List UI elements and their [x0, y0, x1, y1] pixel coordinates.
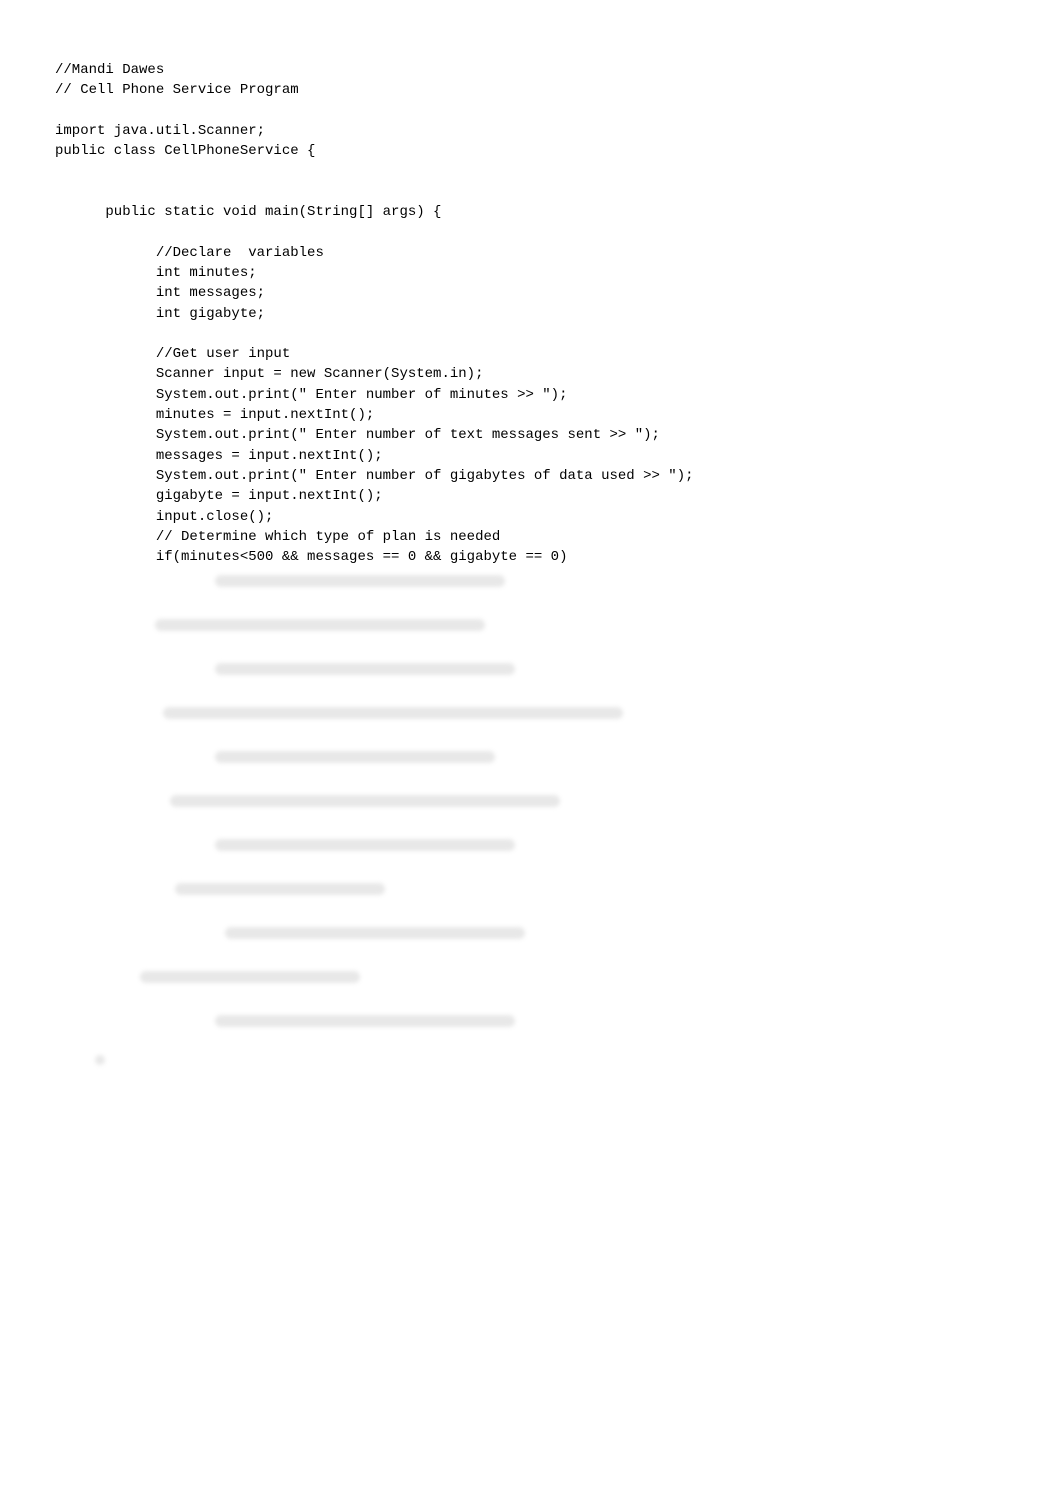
code-line: int gigabyte; [55, 304, 1022, 324]
code-line: // Cell Phone Service Program [55, 80, 1022, 100]
blurred-bar [215, 839, 515, 851]
code-line: Scanner input = new Scanner(System.in); [55, 364, 1022, 384]
code-line: System.out.print(" Enter number of text … [55, 425, 1022, 445]
code-line [55, 161, 1022, 181]
blurred-hidden-code [55, 571, 1022, 1031]
code-line: input.close(); [55, 507, 1022, 527]
code-line: //Mandi Dawes [55, 60, 1022, 80]
blurred-line [55, 703, 1022, 723]
code-line [55, 324, 1022, 344]
blurred-bar [215, 663, 515, 675]
blurred-line [55, 791, 1022, 811]
blurred-line [55, 835, 1022, 855]
blurred-line [55, 1011, 1022, 1031]
blurred-line [55, 967, 1022, 987]
blurred-bar [215, 751, 495, 763]
code-line [55, 182, 1022, 202]
code-line: public class CellPhoneService { [55, 141, 1022, 161]
blurred-line [55, 659, 1022, 679]
code-line: //Declare variables [55, 243, 1022, 263]
blurred-bar [225, 927, 525, 939]
bottom-blur-mark [55, 1055, 1022, 1065]
blurred-line [55, 747, 1022, 767]
blurred-bar [215, 1015, 515, 1027]
code-line: // Determine which type of plan is neede… [55, 527, 1022, 547]
code-line: if(minutes<500 && messages == 0 && gigab… [55, 547, 1022, 567]
code-line: gigabyte = input.nextInt(); [55, 486, 1022, 506]
blurred-bar [155, 619, 485, 631]
blurred-bar [215, 575, 505, 587]
code-line: System.out.print(" Enter number of minut… [55, 385, 1022, 405]
code-block: //Mandi Dawes// Cell Phone Service Progr… [55, 60, 1022, 567]
code-line: int messages; [55, 283, 1022, 303]
code-line: //Get user input [55, 344, 1022, 364]
blurred-line [55, 615, 1022, 635]
blurred-line [55, 879, 1022, 899]
blurred-bar [170, 795, 560, 807]
blurred-line [55, 923, 1022, 943]
blurred-bar [175, 883, 385, 895]
blurred-line [55, 571, 1022, 591]
code-line: int minutes; [55, 263, 1022, 283]
blurred-bar [163, 707, 623, 719]
code-line: minutes = input.nextInt(); [55, 405, 1022, 425]
code-line [55, 222, 1022, 242]
code-line: public static void main(String[] args) { [55, 202, 1022, 222]
code-line: messages = input.nextInt(); [55, 446, 1022, 466]
code-line: import java.util.Scanner; [55, 121, 1022, 141]
code-line: System.out.print(" Enter number of gigab… [55, 466, 1022, 486]
code-line [55, 101, 1022, 121]
blurred-bar [140, 971, 360, 983]
